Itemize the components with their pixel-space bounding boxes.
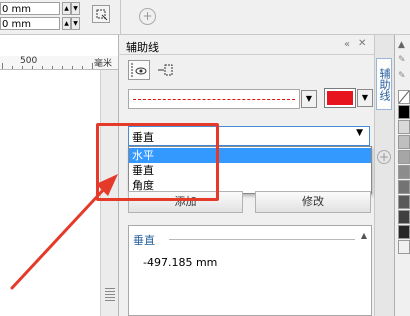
annotation-arrow bbox=[10, 174, 118, 290]
